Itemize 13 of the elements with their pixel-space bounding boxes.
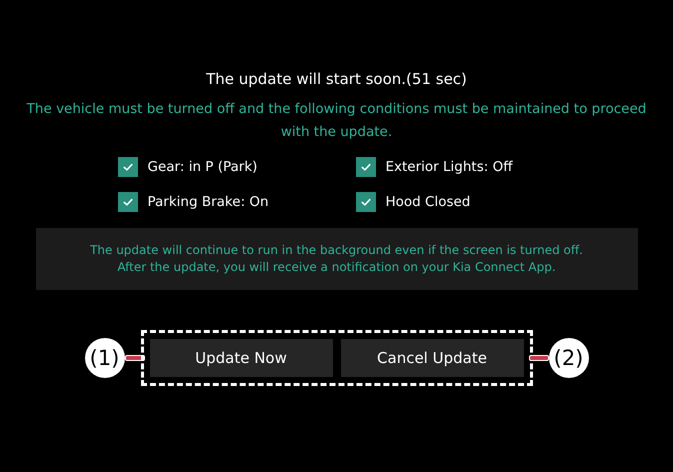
callout-number: (1): [84, 338, 124, 378]
callout-number: (2): [548, 338, 588, 378]
info-text: After the update, you will receive a notification on your Kia Connect App.: [116, 259, 557, 276]
condition-label: Gear: in P (Park): [148, 159, 258, 175]
notice-text: The vehicle must be turned off and the following conditions must be maintained to proceed with the update.: [26, 100, 646, 142]
update-title: The update will start soon.(51 sec): [206, 69, 467, 90]
condition-label: Parking Brake: On: [148, 194, 269, 210]
info-text: The update will continue to run in the background even if the screen is turned off.: [89, 242, 584, 259]
cancel-update-button[interactable]: Cancel Update: [340, 339, 524, 377]
condition-label: Hood Closed: [386, 194, 470, 210]
condition-label: Exterior Lights: Off: [386, 159, 513, 175]
leader-line: [528, 355, 548, 361]
update-now-button[interactable]: Update Now: [150, 339, 332, 377]
